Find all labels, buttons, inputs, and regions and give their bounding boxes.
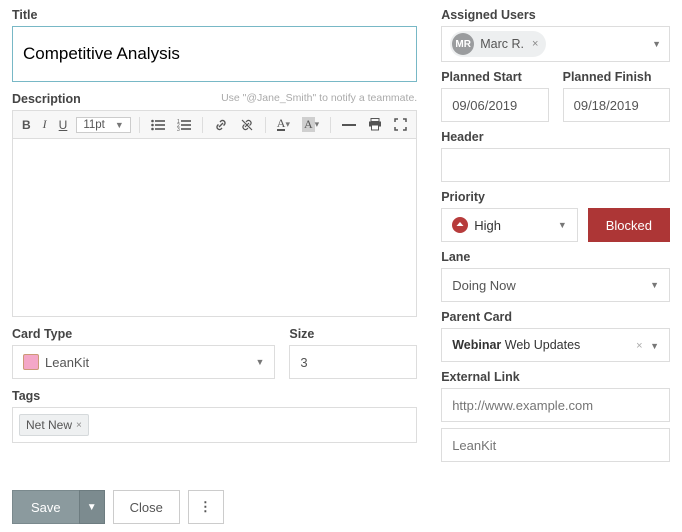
priority-high-icon (452, 217, 468, 233)
text-color-button[interactable]: A ▾ (274, 116, 293, 133)
footer: Save ▼ Close ⋮ (12, 490, 670, 524)
more-actions-button[interactable]: ⋮ (188, 490, 224, 524)
assigned-users-label: Assigned Users (441, 8, 670, 22)
chevron-down-icon: ▼ (558, 220, 567, 230)
close-button[interactable]: Close (113, 490, 180, 524)
assigned-users-select[interactable]: MR Marc R. × ▼ (441, 26, 670, 62)
planned-start-label: Planned Start (441, 70, 548, 84)
external-link-text-input[interactable] (441, 428, 670, 462)
fullscreen-button[interactable] (391, 116, 410, 133)
italic-button[interactable]: I (40, 115, 50, 134)
priority-select[interactable]: High ▼ (441, 208, 578, 242)
assigned-user-name: Marc R. (480, 37, 524, 51)
unlink-button[interactable] (237, 116, 257, 134)
parent-card-select[interactable]: Webinar Web Updates × ▼ (441, 328, 670, 362)
priority-value: High (474, 218, 501, 233)
svg-text:3: 3 (177, 127, 180, 131)
description-hint: Use "@Jane_Smith" to notify a teammate. (221, 92, 417, 104)
card-type-swatch (23, 354, 39, 370)
chevron-down-icon: ▼ (650, 341, 659, 351)
font-size-select[interactable]: 11pt ▼ (76, 117, 130, 133)
underline-button[interactable]: U (56, 116, 71, 134)
chevron-down-icon: ▼ (115, 120, 124, 130)
link-button[interactable] (211, 116, 231, 134)
blocked-button[interactable]: Blocked (588, 208, 670, 242)
size-input[interactable] (289, 345, 417, 379)
horizontal-rule-button[interactable] (339, 121, 359, 129)
tag-label: Net New (26, 418, 72, 432)
card-type-label: Card Type (12, 327, 275, 341)
description-label-text: Description (12, 92, 81, 106)
parent-card-rest: Web Updates (501, 338, 580, 352)
planned-start-input[interactable] (441, 88, 548, 122)
parent-card-prefix: Webinar (452, 338, 501, 352)
print-button[interactable] (365, 116, 385, 133)
unordered-list-button[interactable] (148, 117, 168, 133)
planned-finish-label: Planned Finish (563, 70, 670, 84)
tag-remove-icon[interactable]: × (76, 420, 82, 431)
save-dropdown-button[interactable]: ▼ (79, 490, 105, 524)
chevron-down-icon: ▼ (255, 357, 264, 367)
title-input[interactable] (12, 26, 417, 82)
chevron-down-icon: ▼ (650, 280, 659, 290)
description-label: Description Use "@Jane_Smith" to notify … (12, 92, 417, 106)
priority-label: Priority (441, 190, 670, 204)
planned-finish-input[interactable] (563, 88, 670, 122)
description-editor[interactable] (12, 139, 417, 317)
highlight-color-button[interactable]: A ▾ (299, 115, 322, 134)
external-link-url-input[interactable] (441, 388, 670, 422)
external-link-label: External Link (441, 370, 670, 384)
tag-chip: Net New × (19, 414, 89, 436)
bold-button[interactable]: B (19, 116, 34, 134)
size-label: Size (289, 327, 417, 341)
chevron-down-icon: ▼ (652, 39, 661, 49)
tags-label: Tags (12, 389, 417, 403)
tags-input[interactable]: Net New × (12, 407, 417, 443)
save-button[interactable]: Save (12, 490, 79, 524)
lane-label: Lane (441, 250, 670, 264)
card-type-value: LeanKit (45, 355, 89, 370)
title-label: Title (12, 8, 417, 22)
parent-card-label: Parent Card (441, 310, 670, 324)
header-input[interactable] (441, 148, 670, 182)
header-label: Header (441, 130, 670, 144)
parent-clear-icon[interactable]: × (636, 340, 642, 352)
ordered-list-button[interactable]: 123 (174, 117, 194, 133)
card-type-select[interactable]: LeanKit ▼ (12, 345, 275, 379)
editor-toolbar: B I U 11pt ▼ 123 A ▾ A ▾ (12, 110, 417, 139)
lane-value: Doing Now (452, 278, 516, 293)
lane-select[interactable]: Doing Now ▼ (441, 268, 670, 302)
avatar: MR (452, 33, 474, 55)
assigned-user-chip: MR Marc R. × (450, 31, 546, 57)
font-size-value: 11pt (83, 119, 105, 131)
user-remove-icon[interactable]: × (532, 38, 538, 50)
